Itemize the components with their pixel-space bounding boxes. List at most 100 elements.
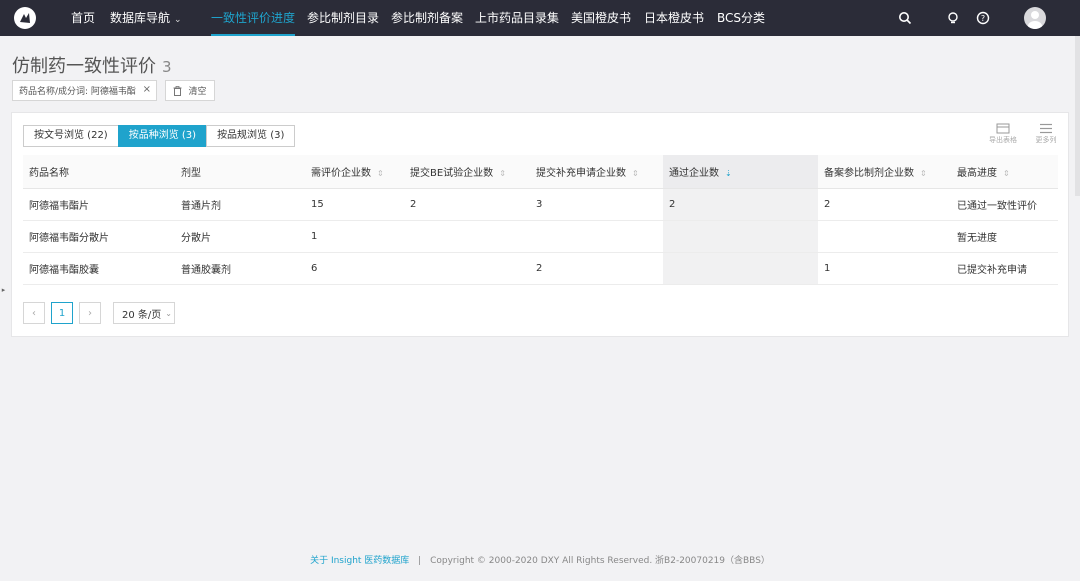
chevron-down-icon: ⌄	[174, 15, 182, 25]
nav-item-home[interactable]: 首页	[71, 0, 95, 36]
lightbulb-icon[interactable]	[946, 11, 960, 25]
filter-chip: 药品名称/成分词: 阿德福韦酯 ×	[12, 80, 157, 101]
page-size-select[interactable]: 20 条/页 ⌄	[113, 302, 175, 324]
dosage-form-cell: 分散片	[175, 220, 305, 253]
nav-item-reference-filing[interactable]: 参比制剂备案	[391, 0, 463, 36]
column-header-passed[interactable]: 通过企业数 ⇣	[663, 155, 818, 189]
supplement-cell[interactable]: 2	[530, 252, 663, 285]
browse-tabs: 按文号浏览 (22) 按品种浏览 (3) 按品规浏览 (3)	[23, 125, 296, 147]
sort-icon[interactable]: ⇕	[920, 169, 927, 178]
be-trial-cell[interactable]: 2	[404, 188, 530, 221]
user-avatar[interactable]	[1024, 7, 1046, 29]
export-table-label: 导出表格	[989, 136, 1017, 144]
progress-cell: 暂无进度	[951, 220, 1058, 253]
dosage-form-cell: 普通片剂	[175, 188, 305, 221]
sort-icon[interactable]: ⇕	[1003, 169, 1010, 178]
nav-item-database-nav[interactable]: 数据库导航 ⌄	[110, 0, 182, 36]
page-1-button[interactable]: 1	[51, 302, 73, 324]
list-icon	[1040, 123, 1052, 134]
nav-item-reference-catalog[interactable]: 参比制剂目录	[307, 0, 379, 36]
ref-filing-cell[interactable]	[818, 220, 951, 253]
close-icon[interactable]: ×	[143, 84, 151, 95]
help-icon[interactable]: ?	[976, 11, 990, 25]
table-row: 阿德福韦酯片 普通片剂 15 2 3 2 2 已通过一致性评价	[23, 188, 1058, 221]
nav-item-consistency-progress[interactable]: 一致性评价进度	[211, 0, 296, 36]
column-header-ref-filing-label: 备案参比制剂企业数	[824, 167, 914, 179]
column-header-supplement-label: 提交补充申请企业数	[536, 167, 626, 179]
column-header-need-eval-label: 需评价企业数	[311, 167, 371, 179]
export-table-button[interactable]: 导出表格	[988, 123, 1018, 145]
tab-by-variety[interactable]: 按品种浏览 (3)	[117, 125, 208, 147]
logo-icon[interactable]	[14, 7, 36, 29]
column-header-ref-filing[interactable]: 备案参比制剂企业数 ⇕	[818, 155, 951, 189]
results-table: 药品名称 剂型 需评价企业数 ⇕ 提交BE试验企业数 ⇕ 提交补充申请企业数 ⇕ 通过…	[23, 155, 1058, 285]
sort-icon[interactable]: ⇕	[377, 169, 384, 178]
ref-filing-cell[interactable]: 1	[818, 252, 951, 285]
need-eval-cell[interactable]: 6	[305, 252, 404, 285]
page-title-text: 仿制药一致性评价	[12, 56, 156, 77]
top-navbar: 首页 数据库导航 ⌄ 一致性评价进度 参比制剂目录 参比制剂备案 上市药品目录集 …	[0, 0, 1080, 36]
progress-cell: 已提交补充申请	[951, 252, 1058, 285]
column-header-dosage-form: 剂型	[175, 155, 305, 189]
sidebar-expand-icon[interactable]: ▸	[0, 283, 7, 297]
passed-cell[interactable]	[663, 220, 818, 253]
trash-icon	[173, 85, 182, 96]
be-trial-cell[interactable]	[404, 220, 530, 253]
footer-separator: |	[418, 556, 422, 566]
page-title: 仿制药一致性评价 3	[12, 52, 172, 78]
more-columns-button[interactable]: 更多列	[1031, 123, 1061, 145]
scrollbar[interactable]	[1075, 36, 1080, 196]
sort-icon[interactable]: ⇕	[499, 169, 506, 178]
nav-item-database-nav-label: 数据库导航	[110, 11, 171, 25]
search-icon[interactable]	[898, 11, 912, 25]
need-eval-cell[interactable]: 15	[305, 188, 404, 221]
progress-cell: 已通过一致性评价	[951, 188, 1058, 221]
dosage-form-cell: 普通胶囊剂	[175, 252, 305, 285]
nav-item-jp-orange-book[interactable]: 日本橙皮书	[644, 0, 704, 36]
clear-filters-label: 清空	[188, 87, 207, 97]
supplement-cell[interactable]: 3	[530, 188, 663, 221]
column-header-drug-name: 药品名称	[23, 155, 175, 189]
need-eval-cell[interactable]: 1	[305, 220, 404, 253]
pagination: ‹ 1 › 20 条/页 ⌄	[23, 302, 175, 324]
drug-name-link[interactable]: 阿德福韦酯片	[23, 188, 175, 221]
table-header-row: 药品名称 剂型 需评价企业数 ⇕ 提交BE试验企业数 ⇕ 提交补充申请企业数 ⇕ 通过…	[23, 155, 1058, 189]
nav-item-bcs[interactable]: BCS分类	[717, 0, 765, 36]
clear-filters-button[interactable]: 清空	[165, 80, 215, 101]
column-header-be-trial[interactable]: 提交BE试验企业数 ⇕	[404, 155, 530, 189]
result-count: 3	[162, 58, 172, 76]
chevron-down-icon: ⌄	[165, 308, 172, 318]
footer: 关于 Insight 医药数据库 | Copyright © 2000-2020…	[0, 553, 1080, 566]
column-header-progress-label: 最高进度	[957, 167, 997, 179]
nav-item-listed-drugs[interactable]: 上市药品目录集	[475, 0, 559, 36]
column-header-need-eval[interactable]: 需评价企业数 ⇕	[305, 155, 404, 189]
export-icon	[996, 123, 1010, 134]
filter-chip-label: 药品名称/成分词: 阿德福韦酯	[19, 87, 136, 97]
sort-descending-icon[interactable]: ⇣	[725, 169, 732, 178]
svg-text:?: ?	[981, 14, 985, 23]
page-size-value: 20 条/页	[122, 309, 162, 321]
column-header-passed-label: 通过企业数	[669, 167, 719, 179]
sort-icon[interactable]: ⇕	[632, 169, 639, 178]
table-row: 阿德福韦酯分散片 分散片 1 暂无进度	[23, 220, 1058, 253]
ref-filing-cell[interactable]: 2	[818, 188, 951, 221]
tab-by-approval-number[interactable]: 按文号浏览 (22)	[23, 125, 119, 147]
passed-cell[interactable]: 2	[663, 188, 818, 221]
results-card: 按文号浏览 (22) 按品种浏览 (3) 按品规浏览 (3) 导出表格 更多列 …	[11, 112, 1069, 337]
table-row: 阿德福韦酯胶囊 普通胶囊剂 6 2 1 已提交补充申请	[23, 252, 1058, 285]
about-link[interactable]: 关于 Insight 医药数据库	[310, 556, 409, 566]
supplement-cell[interactable]	[530, 220, 663, 253]
drug-name-link[interactable]: 阿德福韦酯胶囊	[23, 252, 175, 285]
passed-cell[interactable]	[663, 252, 818, 285]
prev-page-button[interactable]: ‹	[23, 302, 45, 324]
tab-by-specification[interactable]: 按品规浏览 (3)	[206, 125, 296, 147]
next-page-button[interactable]: ›	[79, 302, 101, 324]
be-trial-cell[interactable]	[404, 252, 530, 285]
column-header-be-trial-label: 提交BE试验企业数	[410, 167, 494, 179]
column-header-supplement[interactable]: 提交补充申请企业数 ⇕	[530, 155, 663, 189]
drug-name-link[interactable]: 阿德福韦酯分散片	[23, 220, 175, 253]
nav-item-us-orange-book[interactable]: 美国橙皮书	[571, 0, 631, 36]
more-columns-label: 更多列	[1035, 136, 1057, 144]
column-header-progress[interactable]: 最高进度 ⇕	[951, 155, 1058, 189]
copyright-text: Copyright © 2000-2020 DXY All Rights Res…	[430, 556, 770, 566]
